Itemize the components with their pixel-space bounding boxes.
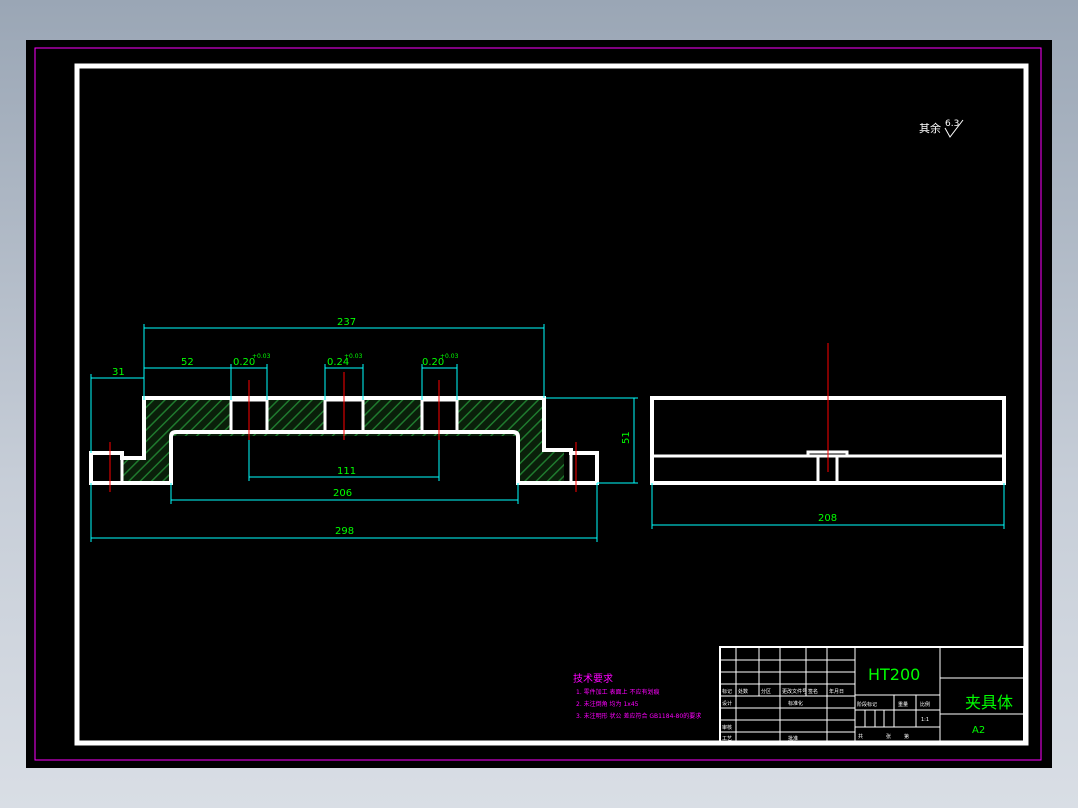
right-slot <box>569 451 599 485</box>
tech-req-item-3: 3. 未注明形 状公 差应符合 GB1184-80的要求 <box>576 712 701 720</box>
title-block: 标记 处数 分区 更改文件号 签名 年月日 设计 标准化 审核 工艺 批准 阶段… <box>719 646 1025 744</box>
dim-text-298: 298 <box>335 526 354 537</box>
dim-text-51: 51 <box>621 431 632 444</box>
dim-text-31: 31 <box>112 367 125 378</box>
tb-label-fenqu: 分区 <box>761 688 771 695</box>
tb-label-nianyueri: 年月日 <box>829 688 844 695</box>
tb-label-zhang: 张 <box>886 733 891 740</box>
tb-label-gong: 共 <box>858 733 863 740</box>
dim-text-206: 206 <box>333 488 352 499</box>
drawing-viewport[interactable]: 其余 6.3 237 52 31 0.20 +0.03 0.24 +0.03 0… <box>26 40 1052 768</box>
dim-text-52: 52 <box>181 357 194 368</box>
dim-text-237: 237 <box>337 317 356 328</box>
tb-label-bili: 比例 <box>920 701 930 708</box>
tb-label-biaoji: 标记 <box>722 688 732 695</box>
tb-label-gongyi: 工艺 <box>722 736 732 742</box>
surface-note-prefix: 其余 <box>919 121 941 135</box>
left-slot <box>89 451 124 485</box>
front-view: 237 52 31 0.20 +0.03 0.24 +0.03 0.20 +0.… <box>89 317 638 542</box>
tb-label-pizhun: 批准 <box>788 735 798 742</box>
tech-req-title: 技术要求 <box>573 672 613 685</box>
tech-req-item-2: 2. 未注倒角 均为 1x45 <box>576 700 639 708</box>
side-view: 208 <box>650 343 1006 529</box>
part-name-text: 夹具体 <box>965 693 1013 712</box>
tb-label-di: 第 <box>904 733 909 740</box>
sheet-size-text: A2 <box>972 725 985 736</box>
tech-requirements: 技术要求 1. 零件加工 表面上 不应有划痕 2. 未注倒角 均为 1x45 3… <box>573 672 701 720</box>
tech-req-item-1: 1. 零件加工 表面上 不应有划痕 <box>576 688 659 696</box>
tb-label-chushu: 处数 <box>738 688 748 695</box>
tb-label-scale: 1:1 <box>921 717 929 723</box>
dim-text-208: 208 <box>818 513 837 524</box>
dim-text-111: 111 <box>337 466 356 477</box>
tb-label-zhongliang: 重量 <box>898 701 908 708</box>
dim-text-hole2-tol: +0.03 <box>344 353 363 360</box>
cad-drawing: 其余 6.3 237 52 31 0.20 +0.03 0.24 +0.03 0… <box>34 47 1042 761</box>
tb-label-biaozhunhua: 标准化 <box>788 700 803 707</box>
dim-text-hole1-tol: +0.03 <box>252 353 271 360</box>
material-text: HT200 <box>868 665 920 684</box>
tb-label-sheji: 设计 <box>722 700 732 707</box>
dim-text-hole3-tol: +0.03 <box>440 353 459 360</box>
tb-label-shenhe: 审核 <box>722 724 732 731</box>
tb-label-qianming: 签名 <box>808 688 818 695</box>
tb-label-gengai: 更改文件号 <box>782 688 807 695</box>
tb-label-jieduan: 阶段标记 <box>857 701 877 708</box>
